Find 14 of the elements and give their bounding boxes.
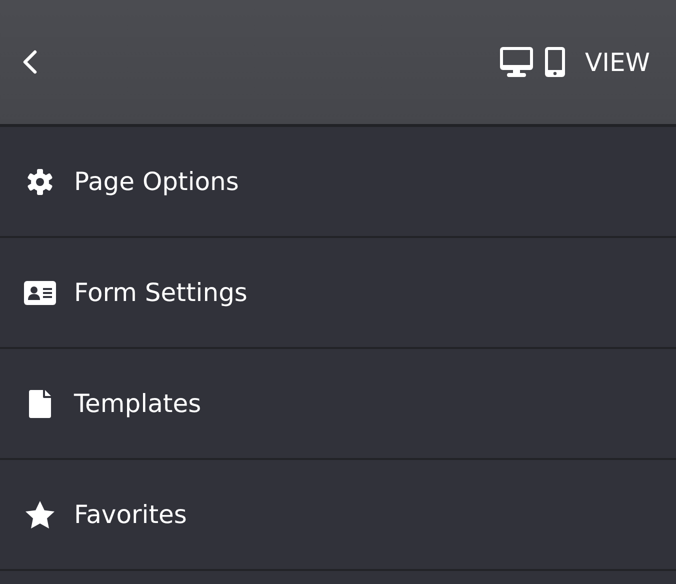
menu-item-label: Form Settings <box>74 278 248 307</box>
mobile-phone-icon[interactable] <box>545 47 565 77</box>
menu-item[interactable]: Form Settings <box>0 238 676 349</box>
menu-item[interactable]: Page Options <box>0 127 676 238</box>
view-label: VIEW <box>585 48 650 76</box>
star-icon <box>24 500 56 528</box>
id-card-icon <box>24 280 56 304</box>
menu-item-label: Templates <box>74 389 202 418</box>
menu-item-label: Favorites <box>74 500 187 529</box>
menu-item[interactable]: Templates <box>0 349 676 460</box>
menu-item-label: Page Options <box>74 167 239 196</box>
desktop-icon[interactable] <box>500 47 533 77</box>
menu-item[interactable]: Favorites <box>0 460 676 571</box>
back-button[interactable] <box>22 49 38 75</box>
